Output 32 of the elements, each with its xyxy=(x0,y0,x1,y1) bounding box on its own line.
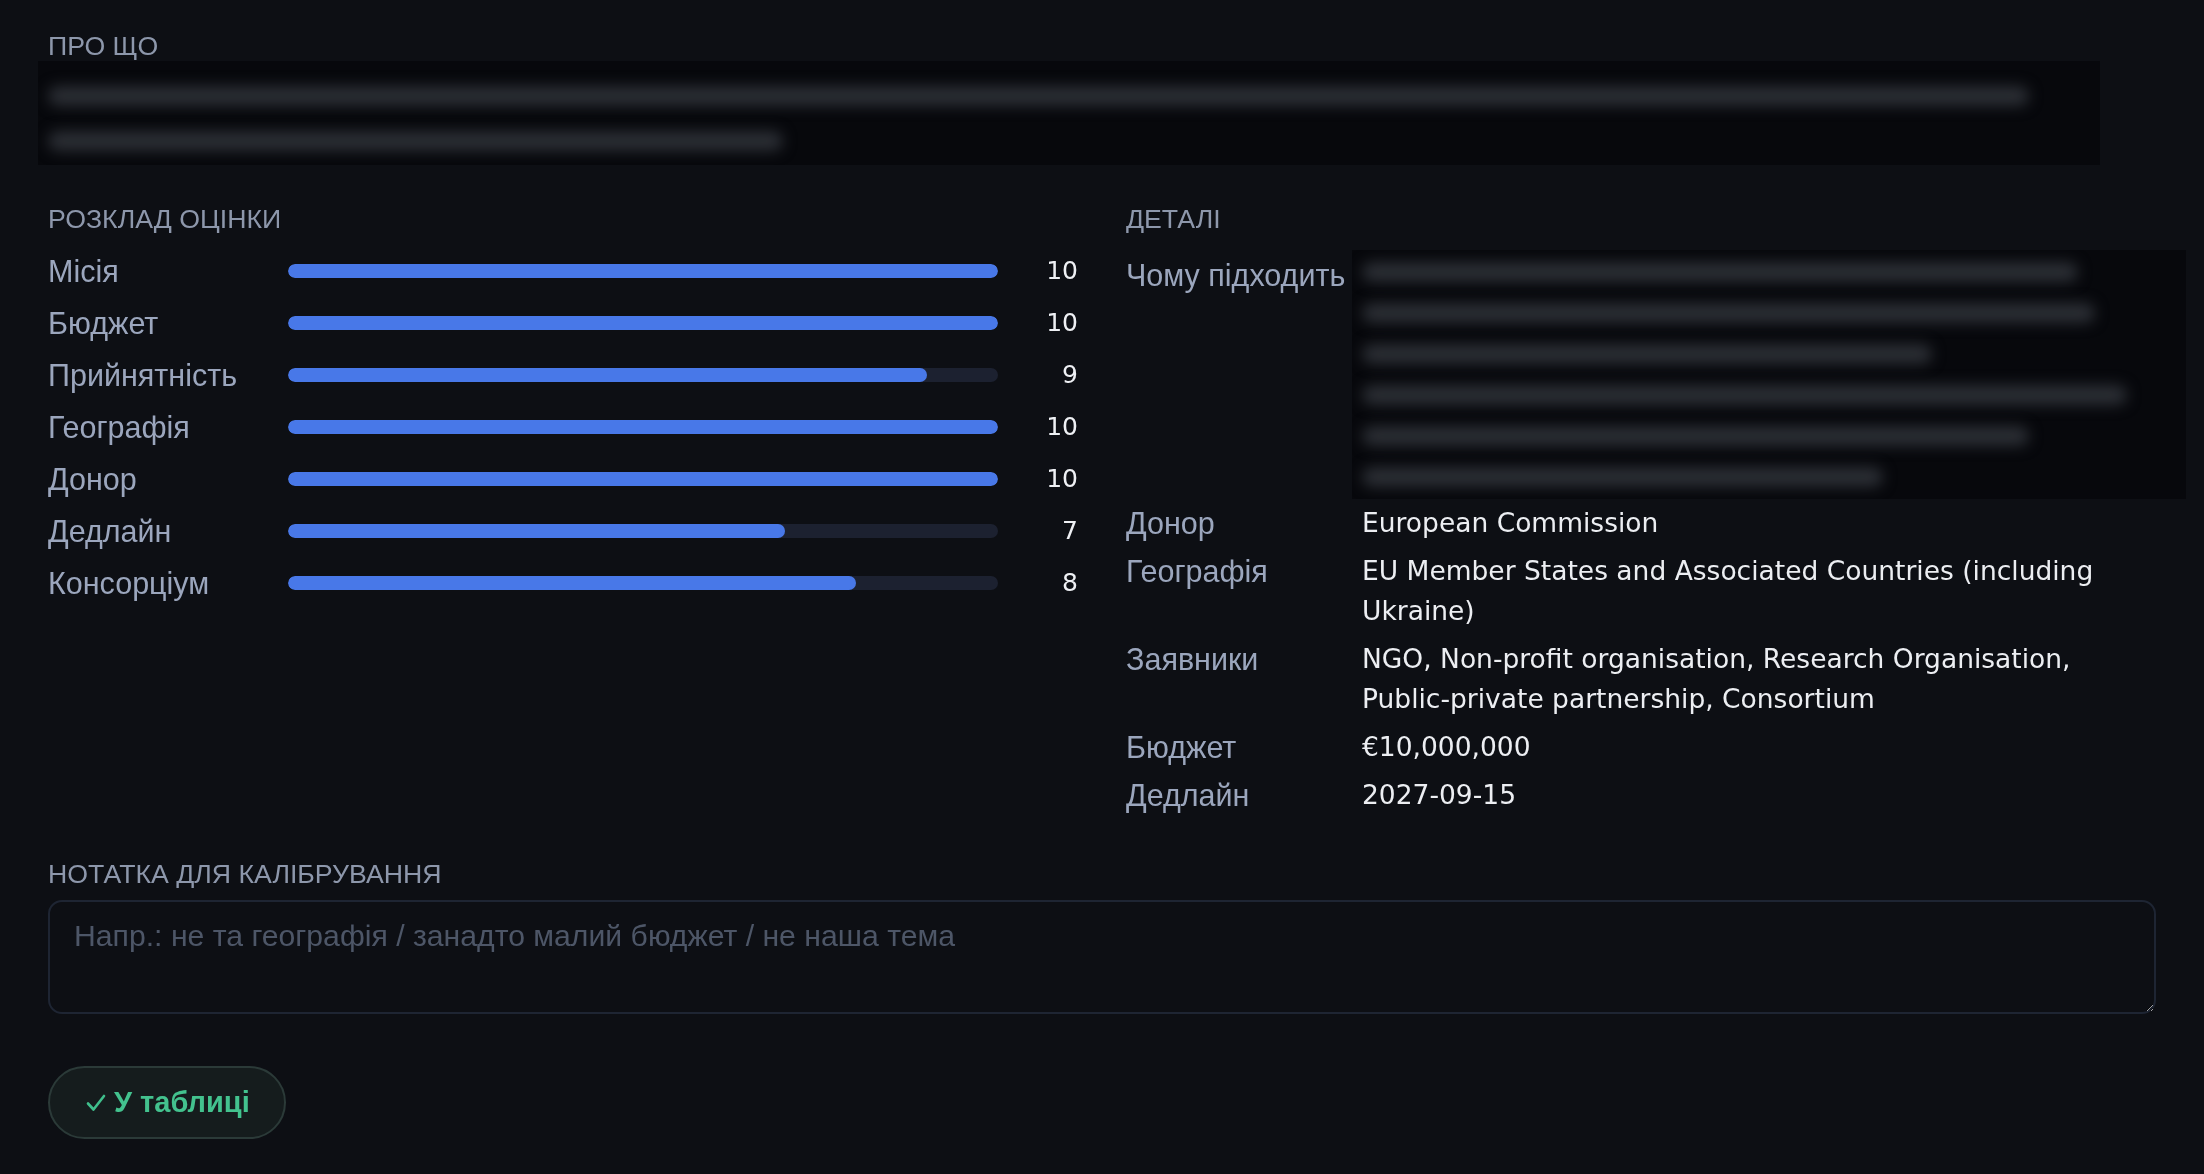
detail-label: Чому підходить xyxy=(1126,257,1347,295)
score-value: 10 xyxy=(1046,255,1078,287)
score-value: 8 xyxy=(1062,567,1078,599)
score-value: 9 xyxy=(1062,359,1078,391)
detail-label: Донор xyxy=(1126,505,1216,543)
note-field[interactable]: Напр.: не та географія / занадто малий бюджет / не наша тема xyxy=(48,900,2156,1014)
criterion-label: Місія xyxy=(48,253,120,289)
detail-value: €10,000,000 xyxy=(1362,730,1532,764)
criterion-label: Прийнятність xyxy=(48,357,239,393)
in-table-button[interactable]: У таблиці xyxy=(48,1066,286,1139)
detail-label: Географія xyxy=(1126,553,1269,591)
score-value: 10 xyxy=(1046,411,1078,443)
section-heading: РОЗКЛАД ОЦІНКИ xyxy=(48,204,283,234)
detail-value: EU Member States and Associated Countries (including Ukraine) xyxy=(1362,554,2095,628)
detail-label: Заявники xyxy=(1126,641,1260,678)
detail-label: Бюджет xyxy=(1126,729,1238,767)
section-heading: НОТАТКА ДЛЯ КАЛІБРУВАННЯ xyxy=(48,859,443,889)
criterion-label: Бюджет xyxy=(48,305,160,341)
score-value: 7 xyxy=(1062,515,1078,547)
criterion-label: Консорціум xyxy=(48,565,211,601)
section-heading: ДЕТАЛІ xyxy=(1126,204,1222,234)
detail-label: Дедлайн xyxy=(1126,777,1251,815)
section-heading: ПРО ЩО xyxy=(48,31,160,61)
criterion-label: Дедлайн xyxy=(48,513,173,549)
detail-value: NGO, Non-profit organisation, Research Organisation, Public-private partnership, Consortium xyxy=(1362,642,2072,716)
check-icon xyxy=(86,1093,106,1112)
detail-value: 2027-09-15 xyxy=(1362,778,1517,812)
score-value: 10 xyxy=(1046,307,1078,339)
score-value: 10 xyxy=(1046,463,1078,495)
detail-value: European Commission xyxy=(1362,506,1660,540)
criterion-label: Географія xyxy=(48,409,191,445)
criterion-label: Донор xyxy=(48,461,138,497)
